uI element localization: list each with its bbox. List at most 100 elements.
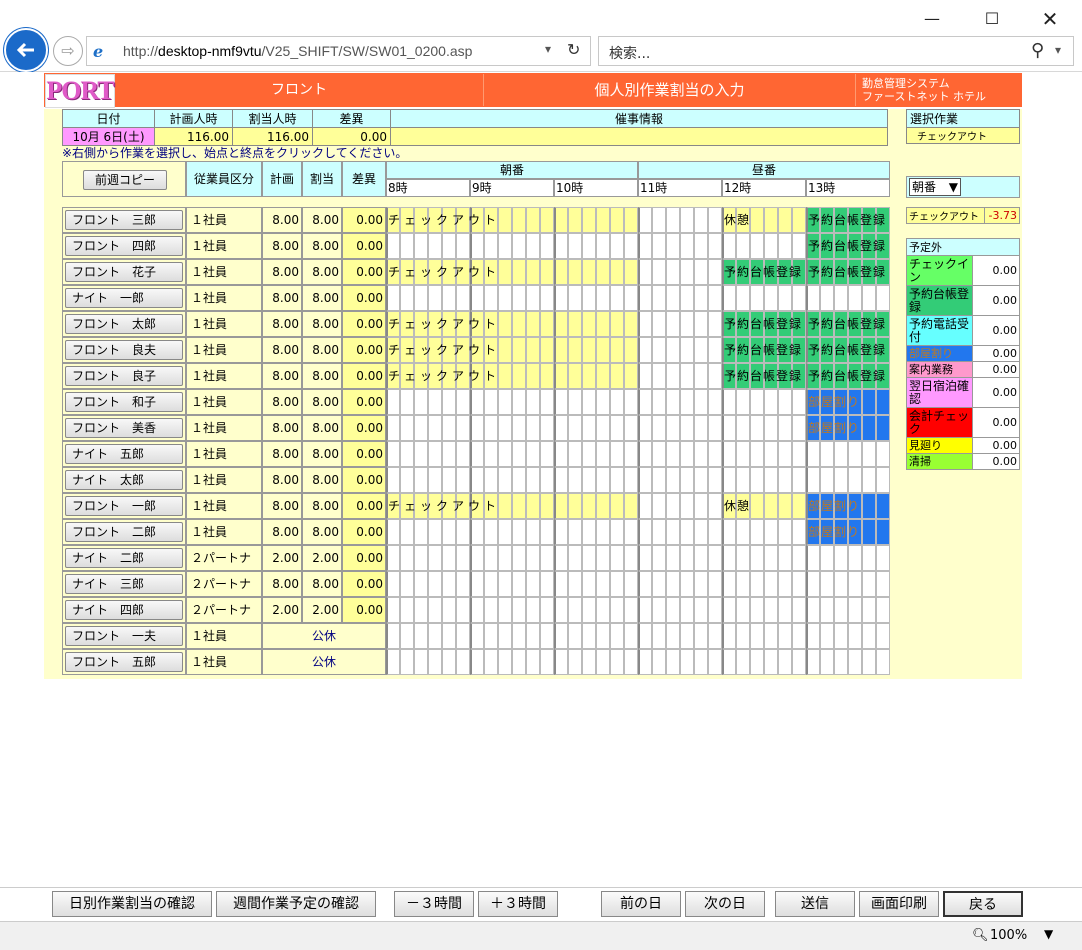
schedule-slot[interactable] [554, 207, 568, 233]
schedule-slot[interactable] [540, 259, 554, 285]
search-icon[interactable]: ⚲ [1031, 40, 1044, 61]
schedule-slot[interactable] [624, 311, 638, 337]
schedule-slot[interactable] [750, 441, 764, 467]
schedule-slot[interactable] [652, 259, 666, 285]
schedule-slot[interactable] [386, 597, 400, 623]
schedule-slot[interactable] [764, 571, 778, 597]
schedule-slot[interactable] [722, 597, 736, 623]
unscheduled-name[interactable]: チェックイン [906, 255, 973, 286]
schedule-slot[interactable] [414, 597, 428, 623]
schedule-slot[interactable] [680, 597, 694, 623]
schedule-slot[interactable] [442, 337, 456, 363]
schedule-slot[interactable] [400, 311, 414, 337]
schedule-slot[interactable] [610, 441, 624, 467]
schedule-slot[interactable] [442, 467, 456, 493]
schedule-slot[interactable] [806, 363, 820, 389]
schedule-slot[interactable] [610, 597, 624, 623]
employee-name-button[interactable]: フロント 太郎 [65, 314, 183, 334]
plus3-button[interactable]: ＋３時間 [478, 891, 558, 917]
employee-name-button[interactable]: ナイト 五郎 [65, 444, 183, 464]
schedule-slot[interactable] [862, 441, 876, 467]
schedule-slot[interactable] [470, 493, 484, 519]
schedule-slot[interactable] [666, 415, 680, 441]
schedule-slot[interactable] [568, 545, 582, 571]
schedule-slot[interactable] [750, 337, 764, 363]
schedule-slot[interactable] [456, 623, 470, 649]
schedule-slot[interactable] [624, 337, 638, 363]
schedule-slot[interactable] [610, 623, 624, 649]
schedule-slot[interactable] [484, 441, 498, 467]
schedule-slot[interactable] [540, 389, 554, 415]
schedule-slot[interactable] [862, 467, 876, 493]
schedule-slot[interactable] [568, 493, 582, 519]
schedule-slot[interactable] [526, 571, 540, 597]
schedule-slot[interactable] [764, 493, 778, 519]
schedule-slot[interactable] [386, 545, 400, 571]
schedule-slot[interactable] [484, 233, 498, 259]
schedule-slot[interactable] [722, 649, 736, 675]
schedule-slot[interactable] [610, 233, 624, 259]
schedule-slot[interactable] [764, 519, 778, 545]
schedule-slot[interactable] [386, 493, 400, 519]
schedule-slot[interactable] [428, 545, 442, 571]
schedule-slot[interactable] [400, 415, 414, 441]
schedule-slot[interactable] [862, 649, 876, 675]
schedule-slot[interactable] [848, 519, 862, 545]
schedule-slot[interactable] [764, 337, 778, 363]
schedule-slot[interactable] [666, 441, 680, 467]
schedule-slot[interactable] [498, 623, 512, 649]
schedule-slot[interactable] [624, 259, 638, 285]
close-icon[interactable]: ✕ [1028, 6, 1072, 32]
schedule-slot[interactable] [652, 441, 666, 467]
schedule-slot[interactable] [708, 259, 722, 285]
schedule-slot[interactable] [596, 389, 610, 415]
schedule-slot[interactable] [554, 623, 568, 649]
schedule-slot[interactable] [792, 467, 806, 493]
schedule-slot[interactable] [834, 467, 848, 493]
schedule-slot[interactable] [568, 415, 582, 441]
schedule-slot[interactable] [736, 259, 750, 285]
schedule-slot[interactable] [666, 389, 680, 415]
schedule-slot[interactable] [414, 233, 428, 259]
schedule-slot[interactable] [792, 597, 806, 623]
schedule-slot[interactable] [722, 285, 736, 311]
schedule-slot[interactable] [764, 597, 778, 623]
schedule-slot[interactable] [526, 493, 540, 519]
schedule-slot[interactable] [666, 337, 680, 363]
schedule-slot[interactable] [456, 233, 470, 259]
schedule-slot[interactable] [498, 467, 512, 493]
schedule-slot[interactable] [722, 259, 736, 285]
schedule-slot[interactable] [554, 597, 568, 623]
schedule-slot[interactable] [400, 623, 414, 649]
zoom-dropdown-icon[interactable]: ▼ [1044, 927, 1053, 941]
schedule-slot[interactable] [778, 597, 792, 623]
schedule-slot[interactable] [764, 259, 778, 285]
schedule-slot[interactable] [848, 207, 862, 233]
schedule-slot[interactable] [554, 337, 568, 363]
schedule-slot[interactable] [848, 285, 862, 311]
schedule-slot[interactable] [638, 441, 652, 467]
schedule-slot[interactable] [484, 545, 498, 571]
schedule-slot[interactable] [806, 311, 820, 337]
schedule-slot[interactable] [624, 597, 638, 623]
schedule-slot[interactable] [708, 363, 722, 389]
schedule-slot[interactable] [638, 571, 652, 597]
schedule-slot[interactable] [848, 649, 862, 675]
schedule-slot[interactable] [428, 493, 442, 519]
schedule-slot[interactable] [456, 389, 470, 415]
schedule-slot[interactable] [414, 415, 428, 441]
schedule-slot[interactable] [512, 415, 526, 441]
schedule-slot[interactable] [652, 285, 666, 311]
schedule-slot[interactable] [512, 389, 526, 415]
schedule-slot[interactable] [750, 207, 764, 233]
schedule-slot[interactable] [778, 571, 792, 597]
schedule-slot[interactable] [680, 623, 694, 649]
schedule-slot[interactable] [876, 545, 890, 571]
schedule-slot[interactable] [428, 649, 442, 675]
schedule-slot[interactable] [470, 363, 484, 389]
schedule-slot[interactable] [498, 571, 512, 597]
schedule-slot[interactable] [540, 363, 554, 389]
copy-week-button[interactable]: 前週コピー [83, 170, 167, 190]
schedule-slot[interactable] [568, 519, 582, 545]
schedule-slot[interactable] [428, 467, 442, 493]
